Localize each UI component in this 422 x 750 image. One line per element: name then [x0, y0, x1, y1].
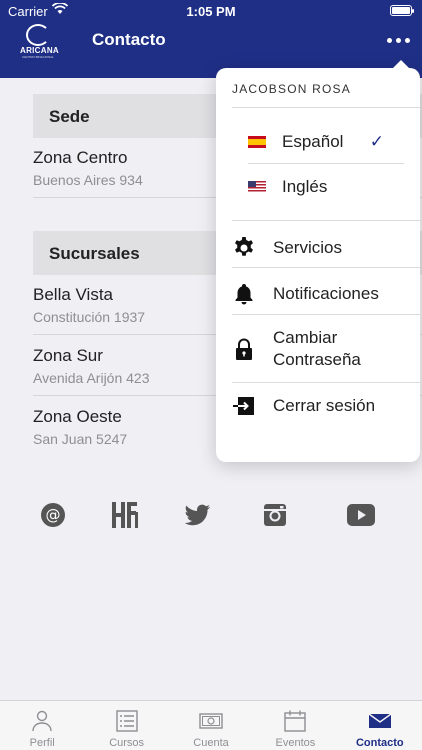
email-icon[interactable]: @	[36, 498, 70, 532]
battery-icon	[390, 5, 414, 16]
status-bar: Carrier 1:05 PM	[0, 0, 422, 22]
divider	[248, 163, 404, 164]
more-dots-icon	[387, 38, 392, 43]
app-header: Carrier 1:05 PM ARICANA CENTRO BINACIONA…	[0, 0, 422, 78]
aricana-logo: ARICANA CENTRO BINACIONAL	[20, 24, 59, 60]
bell-icon	[235, 284, 253, 305]
tab-cuenta[interactable]: Cuenta	[169, 701, 253, 750]
calendar-icon	[284, 710, 307, 732]
clock: 1:05 PM	[186, 4, 236, 19]
usa-flag-icon	[248, 181, 266, 193]
logout-icon	[233, 397, 254, 415]
instagram-icon[interactable]	[258, 498, 292, 532]
checkmark-icon: ✓	[369, 132, 384, 151]
spain-flag-icon	[248, 136, 266, 148]
money-icon	[199, 713, 223, 729]
language-option-spanish[interactable]: Español ✓	[248, 124, 420, 160]
svg-text:@: @	[46, 506, 61, 524]
divider	[232, 220, 420, 221]
menu-item-services[interactable]: Servicios	[232, 228, 420, 268]
list-icon	[115, 710, 138, 732]
hfl-icon[interactable]	[108, 498, 142, 532]
options-menu: JACOBSON ROSA Español ✓ Inglés Servicios…	[216, 60, 420, 462]
person-icon	[32, 710, 52, 732]
social-links: @	[0, 498, 422, 534]
tab-cursos[interactable]: Cursos	[84, 701, 168, 750]
more-options-button[interactable]	[387, 38, 410, 43]
divider	[232, 267, 420, 268]
user-name: JACOBSON ROSA	[232, 82, 351, 96]
language-option-english[interactable]: Inglés	[248, 169, 420, 205]
divider	[232, 382, 420, 383]
menu-item-notifications[interactable]: Notificaciones	[232, 274, 420, 314]
lock-icon	[236, 338, 252, 360]
tab-eventos[interactable]: Eventos	[253, 701, 337, 750]
menu-item-change-password[interactable]: Cambiar Contraseña	[232, 324, 420, 374]
tab-contacto[interactable]: Contacto	[338, 701, 422, 750]
divider	[232, 107, 420, 108]
tab-perfil[interactable]: Perfil	[0, 701, 84, 750]
menu-item-logout[interactable]: Cerrar sesión	[232, 388, 420, 424]
envelope-icon	[368, 713, 392, 728]
divider	[232, 314, 420, 315]
tab-bar: Perfil Cursos Cuenta Eventos Contacto	[0, 700, 422, 750]
youtube-icon[interactable]	[344, 498, 378, 532]
gear-icon	[235, 237, 253, 256]
page-title: Contacto	[92, 30, 166, 49]
twitter-icon[interactable]	[180, 498, 214, 532]
